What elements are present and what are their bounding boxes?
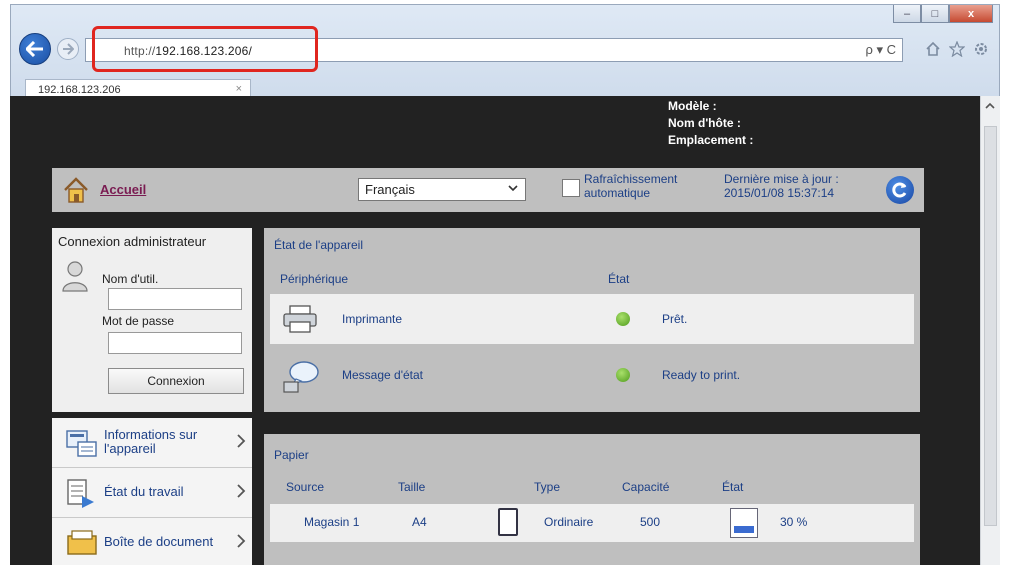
paper-level-fill [734, 526, 754, 533]
search-refresh-tools[interactable]: ρ ▾ C [865, 42, 896, 58]
device-row-printer[interactable]: Imprimante Prêt. [270, 294, 914, 344]
message-bubble-icon [283, 361, 319, 393]
paper-row-tray1[interactable]: Magasin 1 A4 Ordinaire 500 30 % [270, 504, 914, 542]
last-update: Dernière mise à jour : 2015/01/08 15:37:… [724, 172, 839, 200]
device-info: Modèle : Nom d'hôte : Emplacement : [668, 98, 753, 149]
model-label: Modèle : [668, 99, 717, 113]
paper-col-capacity: Capacité [622, 480, 670, 494]
auto-refresh-checkbox[interactable] [562, 179, 580, 197]
window-controls: – □ x [893, 5, 993, 23]
device-state-title: État de l'appareil [274, 238, 364, 252]
chevron-right-icon [237, 534, 246, 548]
document-box-icon [67, 530, 97, 555]
paper-sheet-icon [498, 508, 518, 536]
chevron-up-icon[interactable] [984, 100, 996, 112]
paper-size: A4 [412, 515, 427, 529]
chevron-right-icon [237, 484, 246, 498]
chevron-right-icon [237, 434, 246, 448]
admin-login-title: Connexion administrateur [58, 234, 207, 249]
device-name: Message d'état [342, 368, 424, 382]
printer-icon [283, 305, 317, 333]
status-ok-icon [616, 368, 630, 382]
gear-icon[interactable] [973, 41, 989, 57]
state-column-header: État [608, 272, 630, 286]
tab-close-icon[interactable]: × [236, 83, 242, 95]
paper-col-size: Taille [398, 480, 426, 494]
paper-level: 30 % [780, 515, 808, 529]
web-page: Modèle : Nom d'hôte : Emplacement : Accu… [10, 96, 980, 565]
home-icon[interactable] [925, 41, 941, 57]
browser-toolbar-icons [925, 41, 989, 57]
house-icon[interactable] [62, 176, 90, 207]
hostname-label: Nom d'hôte : [668, 116, 741, 130]
admin-login-panel: Connexion administrateur Nom d'util. Mot… [52, 228, 252, 412]
sidebar-item-job-status[interactable]: État du travail [52, 468, 252, 518]
chevron-down-icon [508, 185, 518, 192]
auto-refresh-line-1: Rafraîchissement [584, 172, 678, 186]
login-button[interactable]: Connexion [108, 368, 244, 394]
status-ok-icon [616, 312, 630, 326]
language-value: Français [365, 182, 415, 197]
user-icon [60, 260, 90, 295]
device-status: Prêt. [662, 312, 688, 326]
device-column-header: Périphérique [280, 272, 349, 286]
sidebar-item-label: Boîte de document [104, 534, 214, 549]
close-window-button[interactable]: x [949, 5, 993, 23]
sidebar-item-document-box[interactable]: Boîte de document [52, 518, 252, 565]
paper-title: Papier [274, 448, 309, 462]
paper-col-source: Source [286, 480, 325, 494]
job-status-icon [67, 479, 94, 508]
password-label: Mot de passe [102, 314, 175, 328]
back-button[interactable] [19, 33, 51, 65]
vertical-scrollbar[interactable] [980, 96, 1000, 565]
maximize-button[interactable]: □ [921, 5, 949, 23]
scrollbar-thumb[interactable] [984, 126, 997, 526]
sidebar-item-device-info[interactable]: Informations sur l'appareil [52, 418, 252, 468]
auto-refresh-label: Rafraîchissement automatique [584, 172, 677, 200]
url-highlight-box [92, 26, 318, 72]
password-input[interactable] [108, 332, 242, 354]
arrow-right-icon [63, 43, 74, 55]
paper-type: Ordinaire [544, 515, 594, 529]
paper-source: Magasin 1 [304, 515, 360, 529]
last-update-label: Dernière mise à jour : [724, 172, 839, 186]
username-input[interactable] [108, 288, 242, 310]
star-icon[interactable] [949, 41, 965, 57]
device-name: Imprimante [342, 312, 403, 326]
language-select[interactable]: Français [358, 178, 526, 201]
sidebar: Informations sur l'appareil État du trav… [52, 418, 252, 565]
device-info-icon [66, 430, 97, 457]
auto-refresh-line-2: automatique [584, 186, 651, 200]
top-bar: Accueil Français Rafraîchissement automa… [52, 168, 924, 212]
device-row-status-message[interactable]: Message d'état Ready to print. [270, 350, 914, 400]
paper-col-state: État [722, 480, 744, 494]
arrow-left-icon [26, 41, 43, 57]
minimize-button[interactable]: – [893, 5, 921, 23]
tab-label: 192.168.123.206 [38, 84, 121, 96]
paper-col-type: Type [534, 480, 561, 494]
forward-button[interactable] [57, 38, 79, 60]
refresh-icon [892, 182, 907, 198]
sidebar-item-label: Informations sur l'appareil [104, 427, 198, 456]
home-link[interactable]: Accueil [100, 182, 146, 197]
device-status: Ready to print. [662, 368, 741, 382]
paper-capacity: 500 [640, 515, 661, 529]
refresh-button[interactable] [886, 176, 914, 204]
last-update-time: 2015/01/08 15:37:14 [724, 186, 835, 200]
device-state-panel: État de l'appareil Périphérique État Imp… [264, 228, 920, 412]
paper-panel: Papier Source Taille Type Capacité État … [264, 434, 920, 565]
username-label: Nom d'util. [102, 272, 159, 286]
paper-level-icon [730, 508, 758, 538]
location-label: Emplacement : [668, 133, 754, 147]
sidebar-item-label: État du travail [104, 484, 184, 499]
